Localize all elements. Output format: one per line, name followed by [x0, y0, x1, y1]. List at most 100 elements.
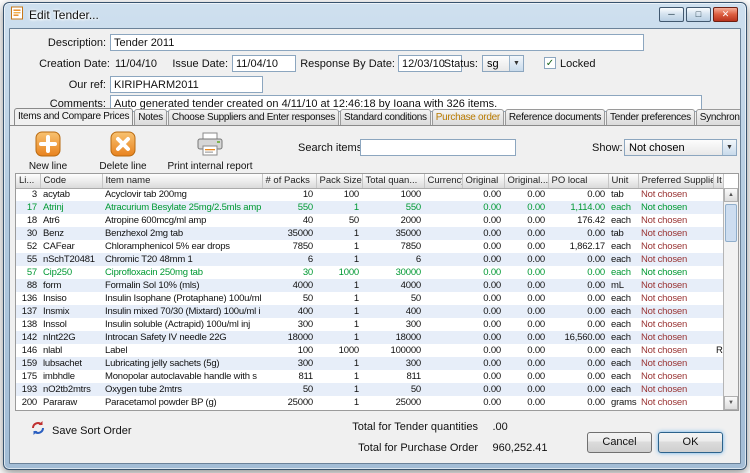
search-items-input[interactable] — [360, 139, 516, 156]
table-row[interactable]: 88formFormalin Sol 10% (mls)4000140000.0… — [16, 279, 723, 292]
cell-po: 0.00 — [548, 383, 608, 396]
cell-po: 0.00 — [548, 305, 608, 318]
issue-date-input[interactable] — [232, 55, 296, 72]
table-row[interactable]: 159lubsachetLubricating jelly sachets (5… — [16, 357, 723, 370]
total-po-label: Total for Purchase Order — [250, 442, 478, 454]
table-row[interactable]: 17AtrinjAtracurium Besylate 25mg/2.5mls … — [16, 201, 723, 214]
cell-packs: 7850 — [262, 240, 316, 253]
titlebar[interactable]: Edit Tender... ─ □ ✕ — [4, 3, 746, 27]
cell-flag — [713, 318, 723, 331]
table-row[interactable]: 30BenzBenzhexol 2mg tab350001350000.000.… — [16, 227, 723, 240]
col-total-quantity[interactable]: Total quan... — [362, 174, 424, 188]
cell-flag: R — [713, 344, 723, 357]
cell-size: 1000 — [316, 344, 362, 357]
table-row[interactable]: 142nInt22GIntrocan Safety IV needle 22G1… — [16, 331, 723, 344]
cell-orig: 0.00 — [462, 396, 504, 409]
cell-cur — [424, 227, 462, 240]
cell-orig: 0.00 — [462, 292, 504, 305]
save-sort-order-button[interactable]: Save Sort Order — [30, 420, 131, 441]
maximize-button[interactable]: □ — [686, 7, 711, 22]
tab-items-and-compare-prices[interactable]: Items and Compare Prices — [14, 108, 133, 126]
locked-checkbox[interactable]: ✓ — [544, 57, 556, 69]
cell-packs: 6 — [262, 253, 316, 266]
col-currency[interactable]: Currency — [424, 174, 462, 188]
cell-cur — [424, 370, 462, 383]
description-input[interactable] — [110, 34, 644, 51]
cell-code: Pararaw — [40, 396, 102, 409]
table-row[interactable]: 137InsmixInsulin mixed 70/30 (Mixtard) 1… — [16, 305, 723, 318]
cell-orig: 0.00 — [462, 227, 504, 240]
cell-flag — [713, 188, 723, 201]
status-select[interactable]: sg ▼ — [482, 55, 524, 72]
table-row[interactable]: 146nlablLabel10010001000000.000.000.00ea… — [16, 344, 723, 357]
cell-size: 1 — [316, 370, 362, 383]
cell-line: 142 — [16, 331, 40, 344]
cell-size: 1 — [316, 240, 362, 253]
cell-flag — [713, 201, 723, 214]
table-row[interactable]: 200PararawParacetamol powder BP (g)25000… — [16, 396, 723, 409]
tab-reference-documents[interactable]: Reference documents — [505, 109, 605, 126]
cell-name: Monopolar autoclavable handle with s — [102, 370, 262, 383]
cell-supplier: Not chosen — [638, 279, 713, 292]
col-code[interactable]: Code — [40, 174, 102, 188]
table-row[interactable]: 57Cip250Ciprofloxacin 250mg tab301000300… — [16, 266, 723, 279]
col-line[interactable]: Li... — [16, 174, 40, 188]
table-row[interactable]: 175imbhdleMonopolar autoclavable handle … — [16, 370, 723, 383]
tab-tender-preferences[interactable]: Tender preferences — [606, 109, 695, 126]
cell-orig: 0.00 — [462, 266, 504, 279]
cell-size: 100 — [316, 188, 362, 201]
table-row[interactable]: 18Atr6Atropine 600mcg/ml amp405020000.00… — [16, 214, 723, 227]
scroll-up-icon[interactable]: ▲ — [724, 188, 738, 202]
cell-supplier: Not chosen — [638, 292, 713, 305]
tab-synchronize[interactable]: Synchronize — [696, 109, 741, 126]
cell-supplier: Not chosen — [638, 331, 713, 344]
cancel-button[interactable]: Cancel — [587, 432, 652, 453]
col-original[interactable]: Original — [462, 174, 504, 188]
cell-name: Formalin Sol 10% (mls) — [102, 279, 262, 292]
col-unit[interactable]: Unit — [608, 174, 638, 188]
cell-orig: 0.00 — [462, 188, 504, 201]
cell-packs: 50 — [262, 383, 316, 396]
cell-total: 7850 — [362, 240, 424, 253]
close-button[interactable]: ✕ — [713, 7, 738, 22]
tab-purchase-order[interactable]: Purchase order — [432, 109, 504, 126]
cell-flag — [713, 214, 723, 227]
col-original-local[interactable]: Original... — [504, 174, 548, 188]
col-pack-size[interactable]: Pack Size — [316, 174, 362, 188]
cell-name: Label — [102, 344, 262, 357]
col-packs[interactable]: # of Packs — [262, 174, 316, 188]
cell-code: Insmix — [40, 305, 102, 318]
show-filter-select[interactable]: Not chosen ▼ — [624, 139, 737, 156]
cell-po: 176.42 — [548, 214, 608, 227]
tab-notes[interactable]: Notes — [134, 109, 167, 126]
dialog-content: Description: Creation Date: 11/04/10 Iss… — [9, 28, 741, 464]
col-item-name[interactable]: Item name — [102, 174, 262, 188]
col-po-local[interactable]: PO local — [548, 174, 608, 188]
new-line-button[interactable]: New line — [13, 131, 83, 172]
cell-cur — [424, 201, 462, 214]
cell-orig: 0.00 — [462, 279, 504, 292]
col-item-flag[interactable]: It — [713, 174, 723, 188]
table-row[interactable]: 55nSchT20481Chromic T20 48mm 16160.000.0… — [16, 253, 723, 266]
tab-choose-suppliers[interactable]: Choose Suppliers and Enter responses — [168, 109, 339, 126]
table-row[interactable]: 136InsisoInsulin Isophane (Protaphane) 1… — [16, 292, 723, 305]
table-row[interactable]: 52CAFearChloramphenicol 5% ear drops7850… — [16, 240, 723, 253]
cell-supplier: Not chosen — [638, 266, 713, 279]
table-row[interactable]: 3acytabAcyclovir tab 200mg1010010000.000… — [16, 188, 723, 201]
table-row[interactable]: 138InssolInsulin soluble (Actrapid) 100u… — [16, 318, 723, 331]
cell-line: 138 — [16, 318, 40, 331]
print-internal-report-button[interactable]: Print internal report — [160, 131, 260, 172]
col-preferred-supplier[interactable]: Preferred Supplier — [638, 174, 713, 188]
scrollbar-thumb[interactable] — [725, 204, 737, 242]
cell-flag — [713, 227, 723, 240]
cell-orig: 0.00 — [462, 370, 504, 383]
tab-standard-conditions[interactable]: Standard conditions — [340, 109, 431, 126]
scroll-down-icon[interactable]: ▼ — [724, 396, 738, 410]
cell-code: Benz — [40, 227, 102, 240]
vertical-scrollbar[interactable]: ▲ ▼ — [723, 188, 738, 410]
ok-button[interactable]: OK — [658, 432, 723, 453]
our-ref-input[interactable] — [110, 76, 263, 93]
delete-line-button[interactable]: Delete line — [88, 131, 158, 172]
minimize-button[interactable]: ─ — [659, 7, 684, 22]
table-row[interactable]: 193nO2tb2mtrsOxygen tube 2mtrs501500.000… — [16, 383, 723, 396]
